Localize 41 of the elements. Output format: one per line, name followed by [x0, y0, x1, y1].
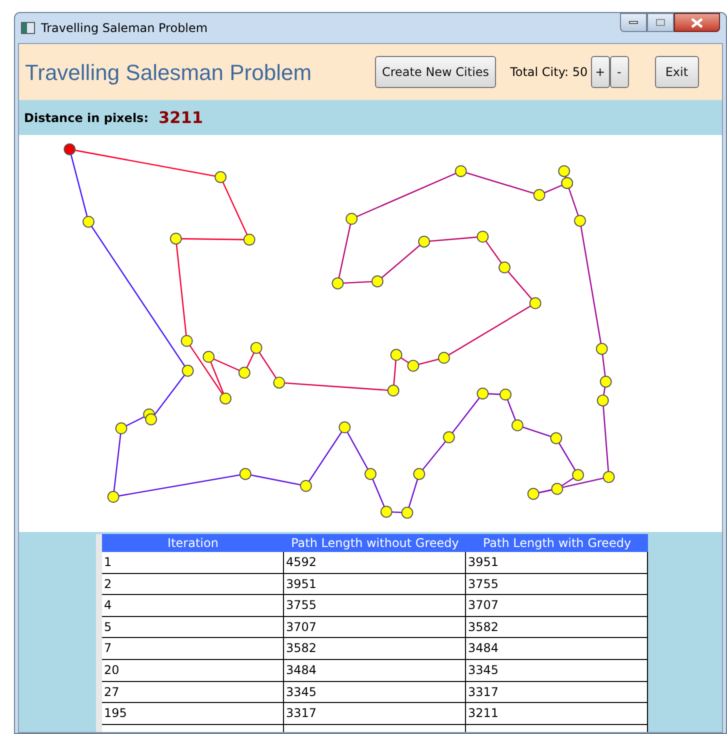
table-cell: 3755 — [284, 595, 466, 616]
table-cell: 5 — [102, 616, 284, 638]
column-header[interactable]: Path Length without Greedy — [284, 534, 466, 552]
table-cell: 3951 — [466, 552, 648, 573]
table-cell: 3345 — [466, 660, 648, 681]
column-header[interactable]: Path Length with Greedy — [466, 534, 648, 552]
table-cell: 7 — [102, 638, 284, 659]
table-cell: 3951 — [284, 574, 466, 594]
app-icon — [21, 22, 35, 34]
table-cell: 2 — [102, 574, 284, 594]
table-cell: 3582 — [466, 616, 648, 638]
distance-label: Distance in pixels: — [24, 110, 148, 126]
window-title: Travelling Saleman Problem — [41, 20, 208, 37]
table-cell: 3582 — [284, 638, 466, 659]
table-cell: 27 — [102, 682, 284, 702]
table-cell: 20 — [102, 660, 284, 681]
maximize-button[interactable] — [647, 13, 674, 32]
table-cell: 4592 — [284, 552, 466, 573]
table-cell: 3484 — [466, 638, 648, 659]
close-button[interactable] — [674, 13, 720, 32]
table-cell: 3211 — [466, 703, 648, 724]
table-cell: 3317 — [284, 703, 466, 724]
table-cell: 3707 — [284, 616, 466, 638]
table-cell: 1 — [102, 552, 284, 573]
minus-button[interactable]: - — [610, 56, 629, 88]
close-icon — [691, 18, 703, 28]
table-cell: 195 — [102, 703, 284, 724]
distance-value: 3211 — [158, 106, 204, 128]
table-cell: 3317 — [466, 682, 648, 702]
table-cell: 3345 — [284, 682, 466, 702]
exit-button[interactable]: Exit — [654, 56, 699, 88]
app-title: Travelling Salesman Problem — [25, 58, 313, 87]
column-header[interactable]: Iteration — [102, 534, 284, 552]
create-cities-button[interactable]: Create New Cities — [375, 56, 496, 88]
table-cell: 3755 — [466, 574, 648, 594]
total-city-label: Total City: 50 — [510, 64, 588, 81]
minimize-button[interactable] — [620, 13, 647, 32]
plus-button[interactable]: + — [590, 56, 610, 88]
table-cell: 3484 — [284, 660, 466, 681]
table-cell: 4 — [102, 595, 284, 616]
table-cell: 3707 — [466, 595, 648, 616]
